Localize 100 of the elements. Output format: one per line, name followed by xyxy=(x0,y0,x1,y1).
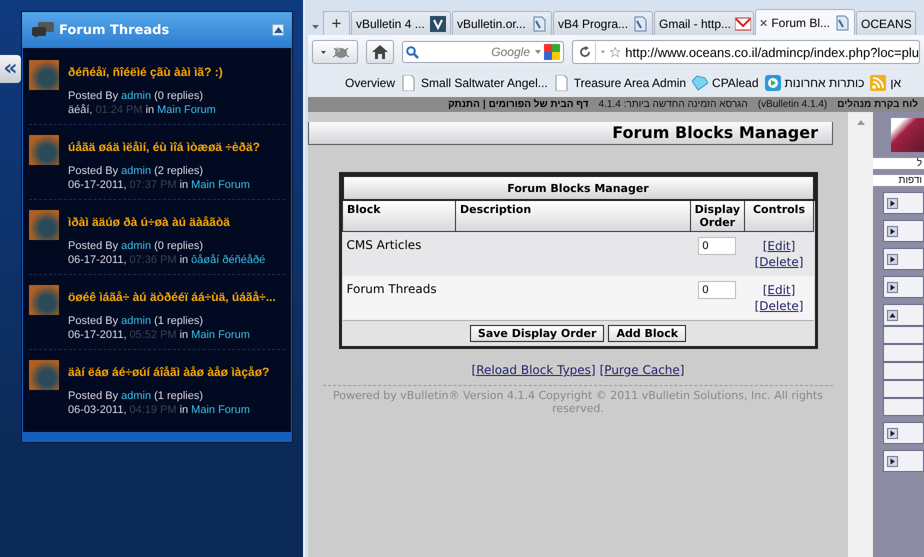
in-label: in xyxy=(180,403,188,417)
browser-tab[interactable]: OCEANS xyxy=(856,11,916,35)
copyright-text: Powered by vBulletin® Version 4.1.4 Copyright © 2011 vBulletin Solutions, Inc. All rights reserved. xyxy=(323,385,833,415)
address-field[interactable]: http://www.oceans.co.il/admincp/index.php?loc=plu xyxy=(572,40,920,64)
in-label: in xyxy=(146,103,154,117)
column-header: Display Order xyxy=(690,200,744,232)
column-header: Controls xyxy=(744,200,814,232)
menu-row[interactable] xyxy=(883,344,924,362)
menu-row[interactable] xyxy=(883,398,924,416)
latest-version-label: הגרסא הזמינה החדשה ביותר: 4.1.4 xyxy=(598,99,748,110)
page-icon xyxy=(531,16,547,32)
forum-link[interactable]: Main Forum xyxy=(191,403,250,417)
browser-tab[interactable]: Forum Bl... xyxy=(755,9,855,35)
avatar-image xyxy=(29,135,59,165)
envelope-icon xyxy=(735,16,752,32)
caret-up-icon xyxy=(274,27,282,33)
dropdown-icon xyxy=(601,50,605,54)
header-link[interactable]: דף הבית של הפורומים xyxy=(488,99,589,110)
bookmark-link[interactable]: כותרות אחרונות xyxy=(764,75,864,91)
dropdown-icon xyxy=(312,24,318,28)
separator: | xyxy=(482,99,486,110)
table-title: Forum Blocks Manager xyxy=(342,176,814,200)
avatar-image xyxy=(29,285,59,315)
bookmark-link[interactable]: Overview xyxy=(345,76,396,90)
user-link[interactable]: admin xyxy=(121,164,152,178)
reply-count: (1 replies) xyxy=(154,389,204,403)
edit-link[interactable]: [Edit] xyxy=(762,239,796,253)
scroll-up-icon xyxy=(856,120,864,125)
thread-title[interactable]: úåãä øáä ìëåìí, éù ìîá ìòæøä ÷èðä? xyxy=(68,140,260,154)
reply-count: (1 replies) xyxy=(154,314,204,328)
in-label: in xyxy=(180,328,188,342)
collapse-tab[interactable]: « xyxy=(0,55,21,83)
menu-group-header[interactable] xyxy=(883,276,924,298)
header-link[interactable]: התנתק xyxy=(448,99,480,110)
bookmark-link[interactable]: אן xyxy=(870,75,902,91)
menu-row[interactable] xyxy=(883,362,924,380)
expand-icon xyxy=(887,456,898,466)
browser-tab[interactable]: Gmail - http... xyxy=(654,11,754,35)
reload-icon xyxy=(579,46,591,58)
play-icon xyxy=(764,75,781,91)
dropdown-icon xyxy=(320,50,326,54)
forum-link[interactable]: Main Forum xyxy=(191,328,250,342)
user-link[interactable]: admin xyxy=(121,89,152,103)
menu-group-header[interactable] xyxy=(883,192,924,214)
logo-image xyxy=(891,118,924,152)
bookmark-link[interactable]: Small Saltwater Angel... xyxy=(401,75,548,91)
bookmark-link[interactable]: Treasure Area Admin xyxy=(554,75,686,91)
forum-link[interactable]: ôåøåí ðéñéåðé xyxy=(191,253,266,267)
in-label: in xyxy=(180,253,188,267)
forum-link[interactable]: Main Forum xyxy=(157,103,216,117)
star-icon xyxy=(610,44,620,60)
menu-row[interactable] xyxy=(883,380,924,398)
panel-title: Forum Threads xyxy=(59,22,170,38)
page-heading: Forum Blocks Manager xyxy=(308,122,833,145)
browser-tab[interactable]: vBulletin.or... xyxy=(452,11,552,35)
page-icon xyxy=(554,75,570,91)
thread-title[interactable]: ðéñéåï, ñîéëìé çãù ààì ìã? :) xyxy=(68,65,223,79)
browser-tab[interactable]: vBulletin 4 ... xyxy=(351,11,451,35)
bookmark-link[interactable]: CPAlead xyxy=(692,75,759,91)
avatar-image xyxy=(29,360,59,390)
menu-group-header[interactable] xyxy=(883,220,924,242)
thread-title[interactable]: äàí ëáø áé÷øúí áîåãì àåø àåø ìàçåø? xyxy=(68,365,270,379)
forum-link[interactable]: Main Forum xyxy=(191,178,250,192)
menu-group-header[interactable] xyxy=(883,248,924,270)
delete-link[interactable]: [Delete] xyxy=(754,299,804,313)
order-input[interactable]: 0 xyxy=(698,237,736,255)
search-input[interactable]: Google xyxy=(422,44,532,60)
menu-group-header[interactable] xyxy=(883,304,924,326)
thread-title[interactable]: öøéê ìáãå÷ àú äòðééï áá÷ùä, úáãå÷... xyxy=(68,290,276,304)
expand-icon xyxy=(887,226,898,236)
extension-button[interactable] xyxy=(312,40,358,64)
version-label: (vBulletin 4.1.4) xyxy=(758,99,828,110)
order-input[interactable]: 0 xyxy=(698,281,736,299)
menu-row[interactable] xyxy=(883,326,924,344)
search-field[interactable]: Google xyxy=(402,41,564,63)
browser-tab[interactable]: vB4 Progra... xyxy=(553,11,653,35)
reply-count: (2 replies) xyxy=(154,164,204,178)
delete-link[interactable]: [Delete] xyxy=(754,255,804,269)
menu-group-header[interactable] xyxy=(883,422,924,444)
menu-group-header[interactable] xyxy=(883,450,924,472)
user-link[interactable]: admin xyxy=(121,389,152,403)
posted-by-label: Posted By xyxy=(68,314,118,328)
expand-icon xyxy=(887,198,898,208)
post-date: 06-17-2011, xyxy=(68,253,127,267)
post-time: 07:36 PM xyxy=(130,253,177,267)
thread-title[interactable]: ìðàì ääúø ðà ú÷øà àú äàåãòä xyxy=(68,215,266,229)
home-button[interactable] xyxy=(366,40,394,64)
page-icon xyxy=(834,14,850,30)
page-icon xyxy=(632,16,648,32)
collapse-button[interactable] xyxy=(272,24,284,36)
user-link[interactable]: admin xyxy=(121,239,152,253)
user-link[interactable]: admin xyxy=(121,314,152,328)
form-button[interactable]: Save Display Order xyxy=(470,325,604,342)
new-tab-button[interactable]: + xyxy=(323,11,350,35)
sidebar-label: ל xyxy=(873,158,924,169)
page-link[interactable]: [Reload Block Types] xyxy=(472,363,596,377)
form-button[interactable]: Add Block xyxy=(608,325,686,342)
admin-title: לוח בקרת מנהלים xyxy=(837,99,918,110)
edit-link[interactable]: [Edit] xyxy=(762,283,796,297)
page-link[interactable]: [Purge Cache] xyxy=(600,363,684,377)
